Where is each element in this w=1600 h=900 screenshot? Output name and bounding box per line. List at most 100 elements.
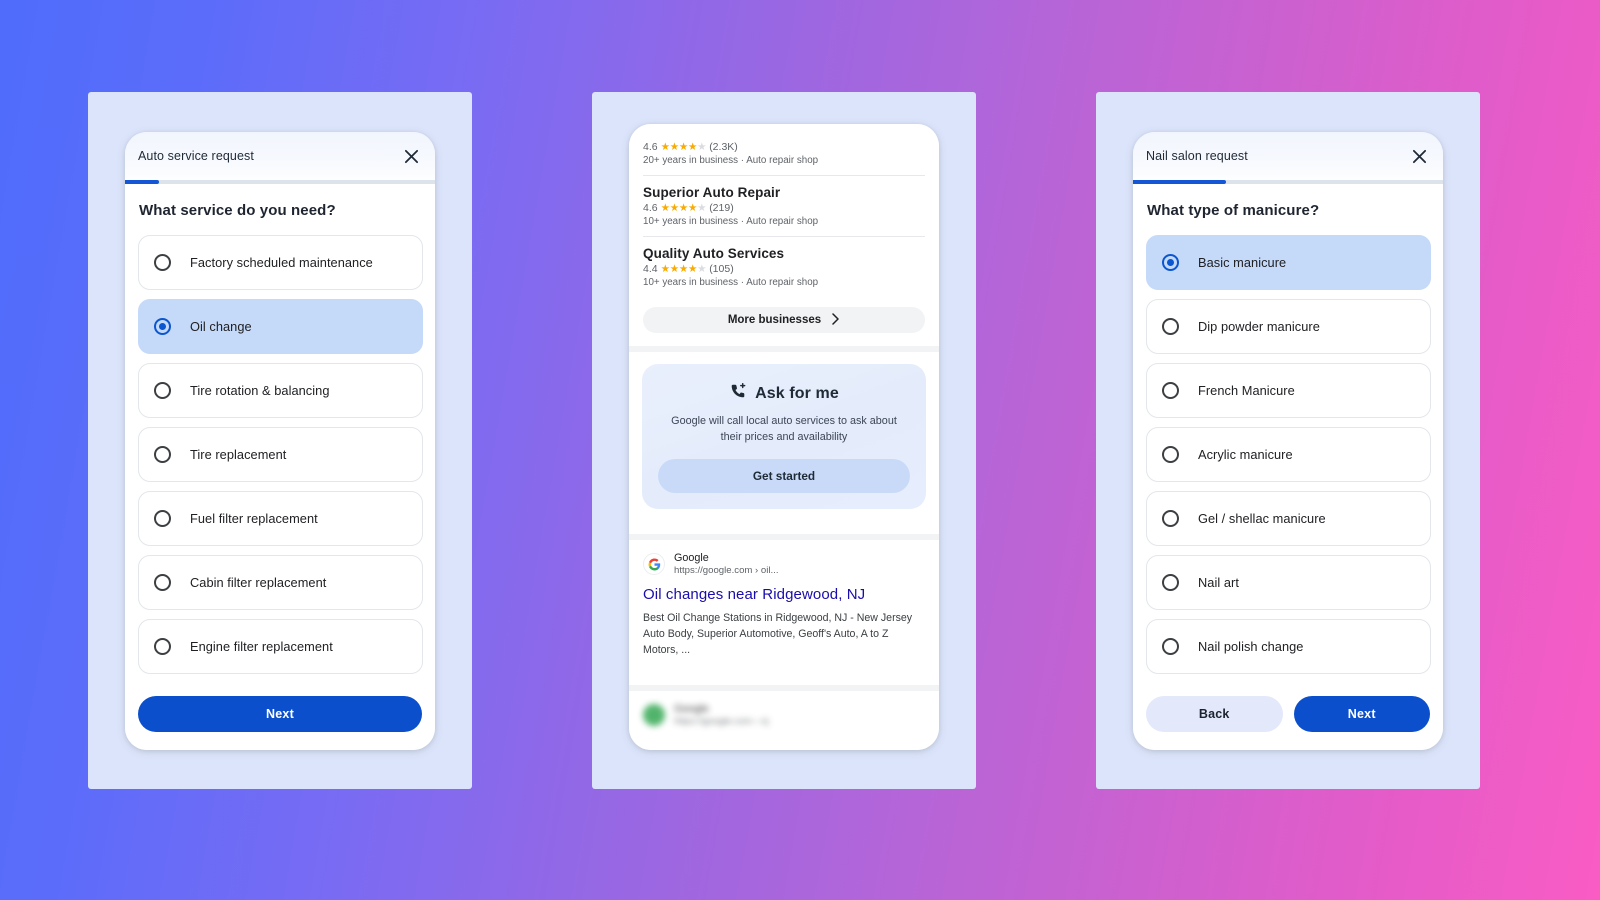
- source-url: https://google.com › nj: [674, 716, 769, 728]
- radio-icon[interactable]: [154, 254, 171, 271]
- stars-icon: ★★★★★: [660, 140, 707, 153]
- nail-salon-card: Nail salon request What type of manicure…: [1133, 132, 1443, 750]
- option-row[interactable]: Nail polish change: [1146, 619, 1431, 674]
- option-row[interactable]: Tire rotation & balancing: [138, 363, 423, 418]
- option-row[interactable]: Basic manicure: [1146, 235, 1431, 290]
- option-row[interactable]: Tire replacement: [138, 427, 423, 482]
- panel-search-results: 4.6 ★★★★★ (2.3K) 20+ years in business ·…: [592, 92, 976, 789]
- auto-service-body: What service do you need? Factory schedu…: [125, 184, 435, 750]
- radio-icon[interactable]: [1162, 638, 1179, 655]
- option-label: Oil change: [190, 319, 252, 334]
- chevron-right-icon: [831, 312, 840, 328]
- rating-value: 4.4: [643, 263, 658, 275]
- radio-icon[interactable]: [1162, 382, 1179, 399]
- rating-value: 4.6: [643, 202, 658, 214]
- radio-icon[interactable]: [1162, 446, 1179, 463]
- get-started-button[interactable]: Get started: [658, 458, 910, 493]
- review-count: (2.3K): [709, 141, 738, 153]
- option-label: Basic manicure: [1198, 255, 1287, 270]
- business-rating: 4.6 ★★★★★ (219): [643, 202, 925, 214]
- option-row[interactable]: Gel / shellac manicure: [1146, 491, 1431, 546]
- nail-salon-header: Nail salon request: [1133, 132, 1443, 180]
- close-icon[interactable]: [399, 144, 423, 168]
- option-label: French Manicure: [1198, 383, 1295, 398]
- panel-nail-salon: Nail salon request What type of manicure…: [1096, 92, 1480, 789]
- business-name: [643, 134, 925, 139]
- business-rating: 4.4 ★★★★★ (105): [643, 263, 925, 275]
- review-count: (219): [709, 202, 734, 214]
- source-url: https://google.com › oil...: [674, 565, 779, 577]
- business-list: 4.6 ★★★★★ (2.3K) 20+ years in business ·…: [629, 124, 939, 297]
- business-name: Quality Auto Services: [643, 246, 785, 261]
- panel-auto-service: Auto service request What service do you…: [88, 92, 472, 789]
- more-businesses-label: More businesses: [727, 314, 822, 327]
- source-text-block: Google https://google.com › oil...: [674, 552, 779, 577]
- question-text: What service do you need?: [139, 202, 336, 219]
- option-row[interactable]: Oil change: [138, 299, 423, 354]
- business-row[interactable]: Superior Auto Repair 4.6 ★★★★★ (219) 10+…: [643, 175, 925, 236]
- option-row[interactable]: French Manicure: [1146, 363, 1431, 418]
- auto-service-header: Auto service request: [125, 132, 435, 180]
- more-businesses-button[interactable]: More businesses: [643, 307, 925, 334]
- page-title: Auto service request: [138, 149, 254, 163]
- radio-icon[interactable]: [154, 574, 171, 591]
- radio-icon[interactable]: [1162, 574, 1179, 591]
- option-label: Nail art: [1198, 575, 1239, 590]
- radio-icon[interactable]: [1162, 254, 1179, 271]
- section-divider: [629, 346, 939, 353]
- radio-icon[interactable]: [154, 446, 171, 463]
- ask-for-me-title-row: Ask for me: [658, 382, 910, 405]
- stars-icon: ★★★★★: [660, 201, 707, 214]
- option-row[interactable]: Dip powder manicure: [1146, 299, 1431, 354]
- business-rating: 4.6 ★★★★★ (2.3K): [643, 141, 925, 153]
- phone-plus-icon: [729, 382, 747, 405]
- search-results-card: 4.6 ★★★★★ (2.3K) 20+ years in business ·…: [629, 124, 939, 750]
- option-label: Dip powder manicure: [1198, 319, 1320, 334]
- source-name: Google: [674, 702, 709, 715]
- back-button[interactable]: Back: [1146, 696, 1283, 732]
- option-row[interactable]: Nail art: [1146, 555, 1431, 610]
- green-favicon-icon: [643, 704, 665, 727]
- auto-service-footer: Next: [125, 690, 435, 750]
- auto-service-card: Auto service request What service do you…: [125, 132, 435, 750]
- search-results-inner: 4.6 ★★★★★ (2.3K) 20+ years in business ·…: [629, 124, 939, 750]
- option-row[interactable]: Engine filter replacement: [138, 619, 423, 674]
- search-result-blurred: Google https://google.com › nj: [629, 691, 939, 750]
- option-label: Tire rotation & balancing: [190, 383, 330, 398]
- business-name: Superior Auto Repair: [643, 185, 781, 200]
- radio-icon[interactable]: [1162, 318, 1179, 335]
- stars-icon: ★★★★★: [660, 262, 707, 275]
- radio-icon[interactable]: [154, 510, 171, 527]
- option-row[interactable]: Cabin filter replacement: [138, 555, 423, 610]
- close-icon[interactable]: [1407, 144, 1431, 168]
- search-result-snippet: Best Oil Change Stations in Ridgewood, N…: [643, 612, 913, 656]
- option-row[interactable]: Acrylic manicure: [1146, 427, 1431, 482]
- option-label: Acrylic manicure: [1198, 447, 1293, 462]
- option-row[interactable]: Factory scheduled maintenance: [138, 235, 423, 290]
- search-result: Google https://google.com › oil... Oil c…: [629, 540, 939, 672]
- stage: Auto service request What service do you…: [0, 0, 1600, 900]
- page-title: Nail salon request: [1146, 149, 1248, 163]
- search-result-title[interactable]: Oil changes near Ridgewood, NJ: [643, 586, 925, 603]
- option-label: Engine filter replacement: [190, 639, 333, 654]
- radio-icon[interactable]: [154, 638, 171, 655]
- next-button[interactable]: Next: [138, 696, 422, 732]
- radio-icon[interactable]: [1162, 510, 1179, 527]
- ask-for-me-card: Ask for me Google will call local auto s…: [642, 364, 926, 509]
- source-name: Google: [674, 551, 709, 564]
- business-meta: 10+ years in business · Auto repair shop: [643, 216, 819, 227]
- option-row[interactable]: Fuel filter replacement: [138, 491, 423, 546]
- ask-for-me-description: Google will call local auto services to …: [671, 415, 897, 443]
- option-label: Factory scheduled maintenance: [190, 255, 373, 270]
- business-row[interactable]: Quality Auto Services 4.4 ★★★★★ (105) 10…: [643, 236, 925, 297]
- option-label: Fuel filter replacement: [190, 511, 318, 526]
- business-row[interactable]: 4.6 ★★★★★ (2.3K) 20+ years in business ·…: [643, 134, 925, 175]
- source-text-block: Google https://google.com › nj: [674, 703, 768, 728]
- radio-icon[interactable]: [154, 318, 171, 335]
- search-result-source: Google https://google.com › oil...: [643, 552, 925, 577]
- radio-icon[interactable]: [154, 382, 171, 399]
- review-count: (105): [709, 263, 734, 275]
- next-button[interactable]: Next: [1293, 696, 1430, 732]
- rating-value: 4.6: [643, 141, 658, 153]
- google-g-icon: [643, 553, 665, 576]
